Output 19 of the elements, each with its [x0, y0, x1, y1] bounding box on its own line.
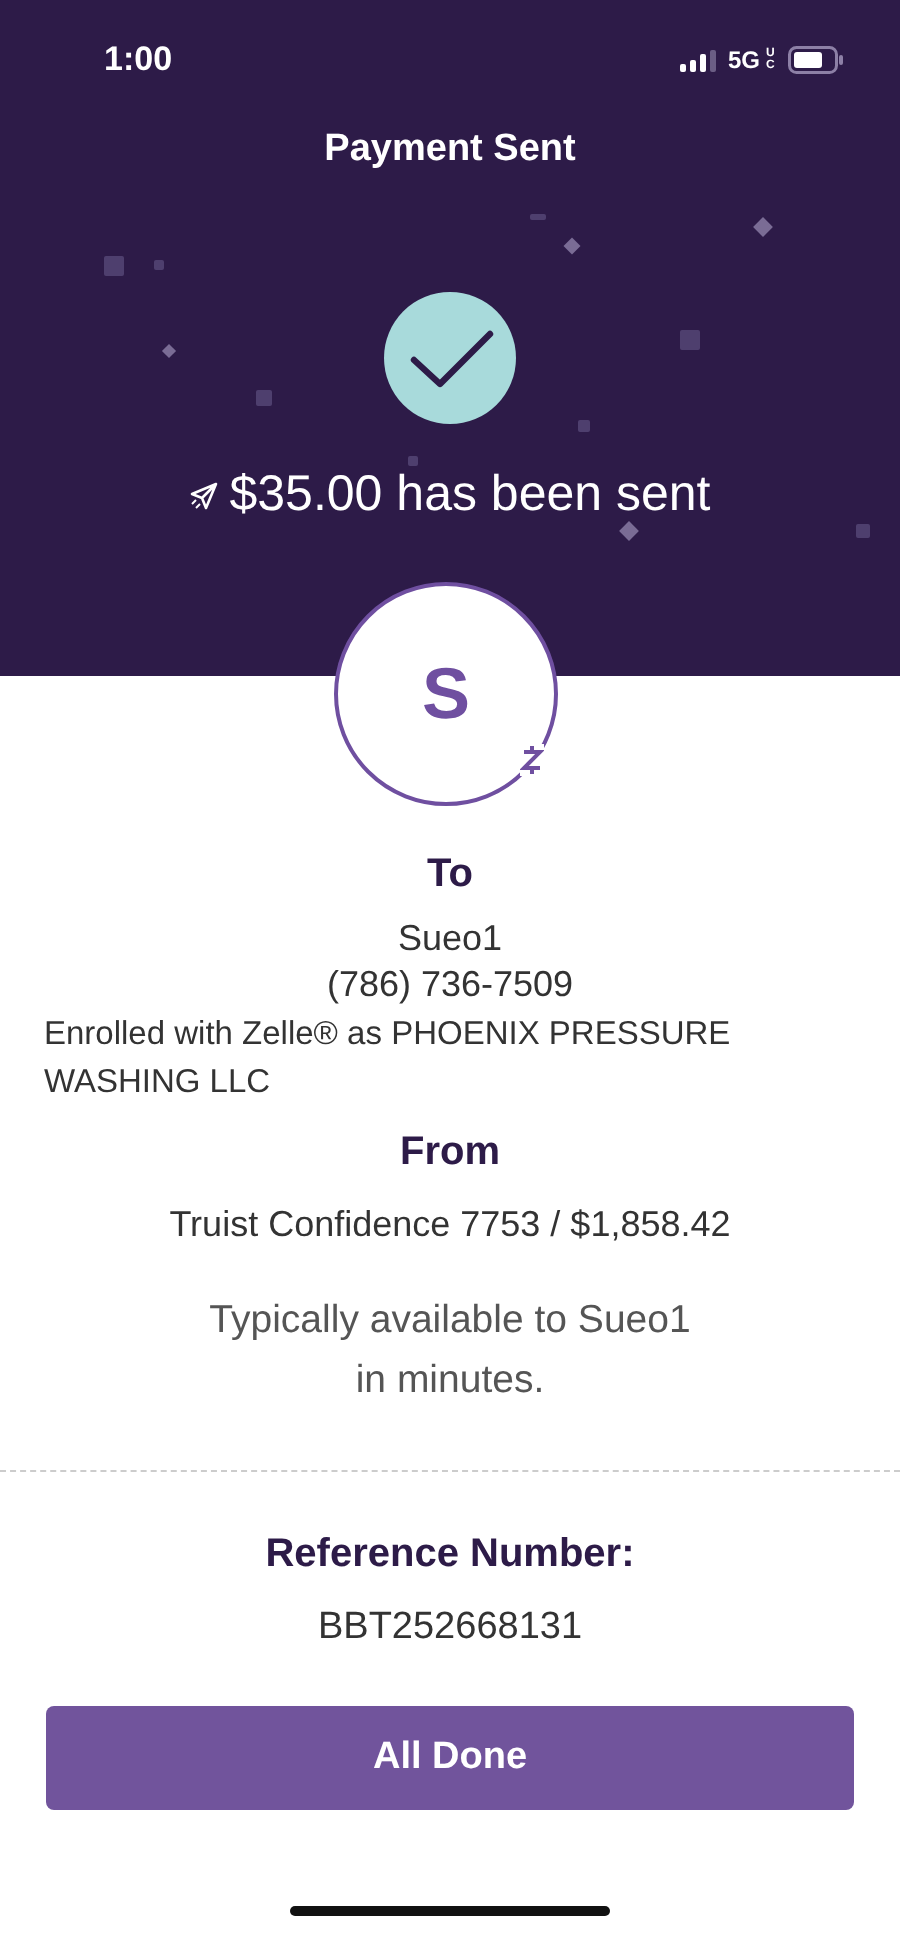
page-title: Payment Sent [324, 128, 576, 172]
recipient-name: Sueo1 [397, 918, 503, 960]
battery-icon [788, 46, 844, 74]
from-account: Truist Confidence 7753 / $1,858.42 [169, 1204, 731, 1246]
paper-plane-icon [189, 481, 218, 509]
to-heading: To [427, 852, 473, 898]
signal-icon [679, 49, 716, 71]
reference-label: Reference Number: [265, 1532, 635, 1578]
recipient-phone: (786) 736-7509 [326, 964, 574, 1006]
status-time: 1:00 [104, 40, 173, 80]
checkmark-icon [384, 292, 516, 424]
reference-number: BBT252668131 [317, 1606, 583, 1650]
zelle-icon [520, 744, 544, 776]
availability-text: Typically available to Sueo1 in minutes. [207, 1296, 693, 1406]
network-label: 5G [727, 46, 760, 74]
all-done-button[interactable]: All Done [46, 1706, 854, 1810]
from-heading: From [400, 1130, 500, 1176]
amount-message: $35.00 has been sent [229, 466, 711, 524]
enrollment-text: Enrolled with Zelle® as PHOENIX PRESSURE WASHING LLC [42, 1014, 733, 1104]
